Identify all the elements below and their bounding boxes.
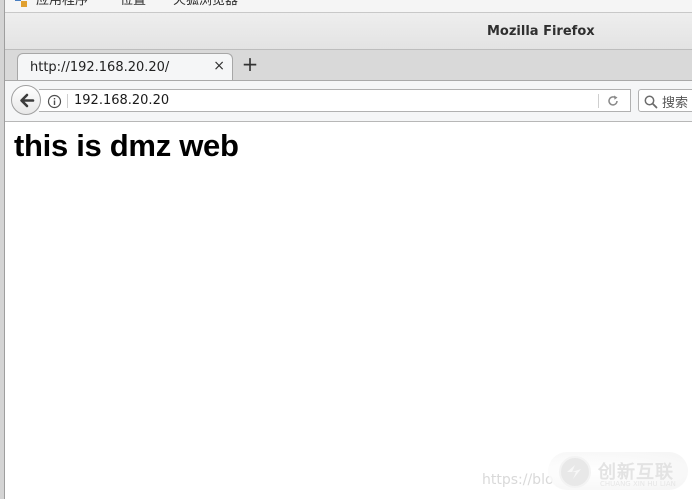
firefox-launcher[interactable]: 火狐浏览器	[173, 0, 238, 9]
search-icon	[644, 95, 658, 109]
window-titlebar[interactable]: Mozilla Firefox	[5, 13, 692, 50]
tab-active[interactable]: http://192.168.20.20/ ×	[17, 53, 233, 80]
page-content: this is dmz web	[6, 122, 692, 499]
search-bar[interactable]: 搜索	[638, 89, 692, 112]
back-button[interactable]	[11, 85, 41, 115]
tab-close-icon[interactable]: ×	[213, 58, 225, 74]
applications-menu[interactable]: 应用程序	[36, 0, 88, 9]
back-arrow-icon	[20, 93, 35, 108]
url-bar[interactable]: 192.168.20.20	[39, 89, 631, 112]
new-tab-button[interactable]: +	[241, 54, 259, 74]
info-icon[interactable]	[47, 94, 62, 109]
reload-divider	[598, 94, 599, 108]
applications-menu-icon	[15, 0, 27, 7]
watermark-brand-sub: CHUANG XIN HU LIAN	[600, 480, 676, 488]
url-divider	[67, 94, 68, 108]
tab-title: http://192.168.20.20/	[30, 60, 170, 75]
page-heading: this is dmz web	[14, 128, 239, 163]
navigation-toolbar: 192.168.20.20 搜索	[5, 81, 692, 122]
tab-strip: http://192.168.20.20/ × +	[5, 50, 692, 81]
gnome-top-panel: 应用程序 位置 火狐浏览器	[5, 0, 692, 13]
window-title: Mozilla Firefox	[487, 24, 595, 39]
reload-icon[interactable]	[606, 94, 620, 108]
url-input[interactable]: 192.168.20.20	[74, 93, 169, 108]
places-menu[interactable]: 位置	[120, 0, 146, 9]
search-input[interactable]: 搜索	[662, 92, 688, 111]
watermark-url: https://blo	[482, 472, 554, 488]
watermark-logo-icon	[559, 456, 591, 488]
